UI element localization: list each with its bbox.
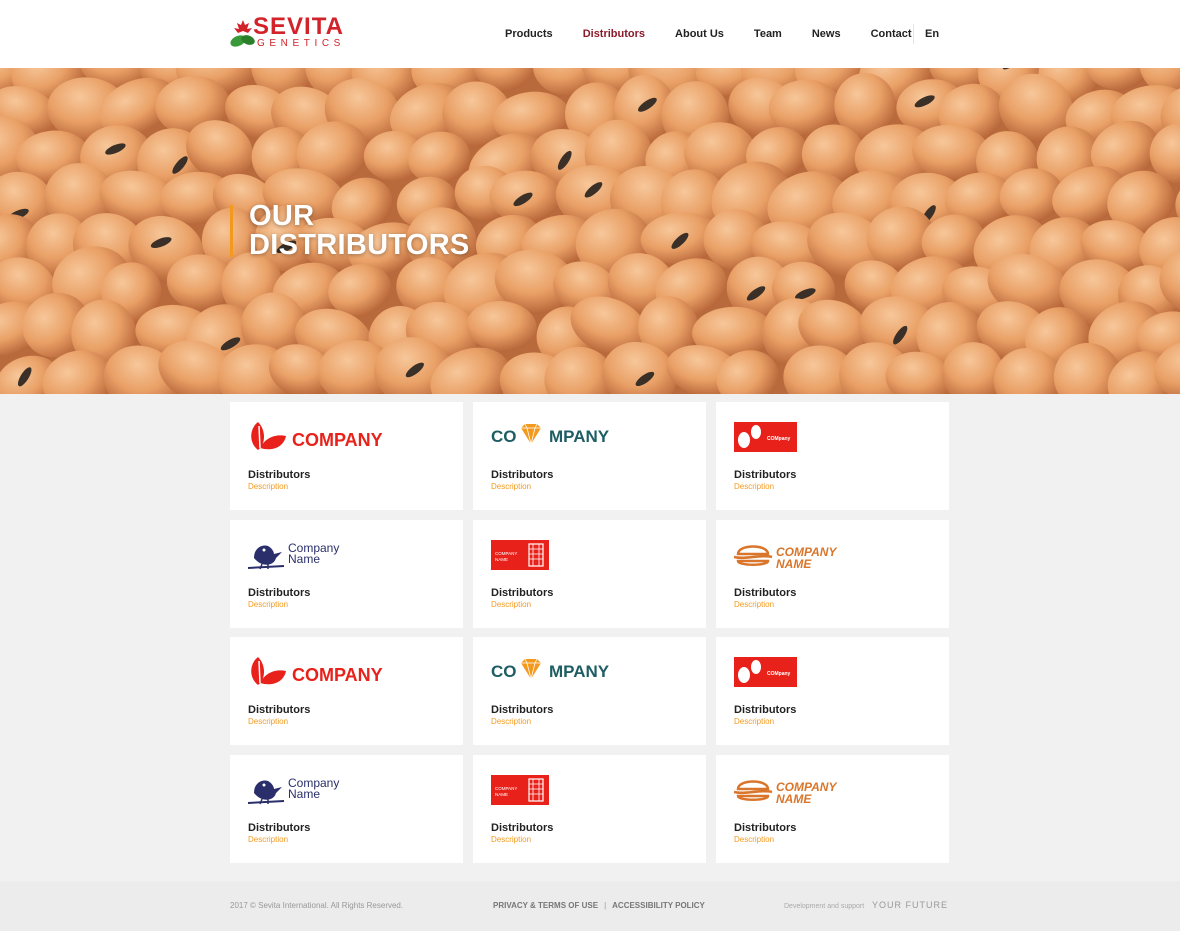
developer-credit: Development and support — [784, 903, 865, 910]
card-title: Distributors — [734, 704, 797, 716]
card-description: Description — [248, 835, 289, 844]
card-title: Distributors — [248, 469, 311, 481]
nav-team[interactable]: Team — [754, 27, 782, 43]
distributor-card[interactable]: COMPANY Distributors Description — [230, 402, 463, 510]
logo-text: COMpany — [767, 436, 791, 442]
card-title: Distributors — [491, 469, 554, 481]
logo-text-a: CO — [491, 427, 517, 446]
burger-company-logo: COMPANY NAME — [734, 545, 837, 571]
copyright-text: 2017 © Sevita International. All Rights … — [230, 901, 404, 910]
logo-subtitle: GENETICS — [257, 38, 345, 49]
card-description: Description — [491, 482, 532, 491]
logo-text-b: NAME — [776, 792, 812, 806]
distributor-card[interactable]: CO MPANY Distributors Description — [473, 637, 706, 745]
hero-accent-bar — [230, 205, 233, 257]
sevita-logo[interactable]: SEVITA GENETICS — [229, 14, 347, 54]
card-title: Distributors — [491, 704, 554, 716]
developer-logo[interactable]: YOUR FUTURE — [872, 900, 948, 911]
distributor-card[interactable]: CO MPANY Distributors Description — [473, 402, 706, 510]
logo-text: COMPANY — [292, 665, 383, 685]
card-title: Distributors — [248, 587, 311, 599]
site-header: SEVITA GENETICS Products Distributors Ab… — [0, 0, 1180, 68]
logo-wordmark: SEVITA — [253, 13, 344, 40]
card-title: Distributors — [248, 704, 311, 716]
card-description: Description — [248, 482, 289, 491]
main-nav: Products Distributors About Us Team News… — [505, 27, 942, 43]
card-title: Distributors — [734, 822, 797, 834]
card-title: Distributors — [491, 822, 554, 834]
nav-about-us[interactable]: About Us — [675, 27, 724, 43]
burger-company-logo: COMPANY NAME — [734, 780, 837, 806]
nav-contact[interactable]: Contact — [871, 27, 912, 43]
logo-text-b: Name — [288, 552, 320, 566]
footer-links: PRIVACY & TERMS OF USE | ACCESSIBILITY P… — [493, 901, 705, 911]
card-description: Description — [734, 482, 775, 491]
nav-distributors[interactable]: Distributors — [583, 27, 645, 43]
nav-divider — [913, 24, 914, 44]
page-title: OUR DISTRIBUTORS — [249, 202, 470, 260]
distributor-card[interactable]: COMPANY NAME Distributors Description — [716, 755, 949, 863]
logo-text-b: MPANY — [549, 427, 610, 446]
distributor-card[interactable]: Company Name Distributors Description — [230, 755, 463, 863]
distributor-card[interactable]: Company Name Distributors Description — [230, 520, 463, 628]
site-footer: 2017 © Sevita International. All Rights … — [0, 881, 1180, 931]
diamond-company-logo: CO MPANY — [491, 658, 610, 681]
accessibility-policy-link[interactable]: ACCESSIBILITY POLICY — [612, 901, 705, 911]
privacy-terms-link[interactable]: PRIVACY & TERMS OF USE — [493, 901, 598, 911]
nav-news[interactable]: News — [812, 27, 841, 43]
distributor-card[interactable]: COMPANY NAME Distributors Description — [716, 520, 949, 628]
footer-link-separator: | — [604, 901, 607, 910]
distributor-card[interactable]: COMPANY Distributors Description — [230, 637, 463, 745]
card-description: Description — [491, 600, 532, 609]
leaf-company-logo: COMPANY — [251, 422, 383, 450]
nav-products[interactable]: Products — [505, 27, 553, 43]
card-description: Description — [491, 835, 532, 844]
page-title-line-2: DISTRIBUTORS — [249, 229, 470, 261]
card-description: Description — [248, 600, 289, 609]
logo-text-b: MPANY — [549, 662, 610, 681]
language-switcher[interactable]: En — [925, 27, 939, 41]
card-title: Distributors — [248, 822, 311, 834]
distributor-card[interactable]: COMPANY NAME Distributors Description — [473, 520, 706, 628]
distributor-card[interactable]: COMpany Distributors Description — [716, 402, 949, 510]
logo-text-a: COMPANY — [495, 786, 517, 791]
logo-text-a: CO — [491, 662, 517, 681]
logo-text-b: NAME — [776, 557, 812, 571]
building-company-logo: COMPANY NAME — [491, 775, 549, 805]
soybeans-background-image — [0, 68, 1180, 394]
distributor-card[interactable]: COMPANY NAME Distributors Description — [473, 755, 706, 863]
building-company-logo: COMPANY NAME — [491, 540, 549, 570]
logo-text-b: Name — [288, 787, 320, 801]
card-description: Description — [734, 717, 775, 726]
card-description: Description — [248, 717, 289, 726]
logo-text-a: COMPANY — [495, 551, 517, 556]
logo-text: COMpany — [767, 671, 791, 677]
distributor-card[interactable]: COMpany Distributors Description — [716, 637, 949, 745]
card-description: Description — [734, 835, 775, 844]
logo-text-b: NAME — [495, 792, 508, 797]
page-title-line-1: OUR — [249, 200, 315, 232]
card-title: Distributors — [734, 469, 797, 481]
diamond-company-logo: CO MPANY — [491, 423, 610, 446]
card-description: Description — [491, 717, 532, 726]
card-title: Distributors — [491, 587, 554, 599]
card-title: Distributors — [734, 587, 797, 599]
bird-company-logo: Company Name — [248, 541, 339, 570]
card-description: Description — [734, 600, 775, 609]
hero-banner: OUR DISTRIBUTORS — [0, 68, 1180, 394]
eggs-company-logo: COMpany — [734, 657, 797, 687]
logo-text: COMPANY — [292, 430, 383, 450]
bird-company-logo: Company Name — [248, 776, 339, 805]
eggs-company-logo: COMpany — [734, 422, 797, 452]
logo-text-b: NAME — [495, 557, 508, 562]
leaf-company-logo: COMPANY — [251, 657, 383, 685]
